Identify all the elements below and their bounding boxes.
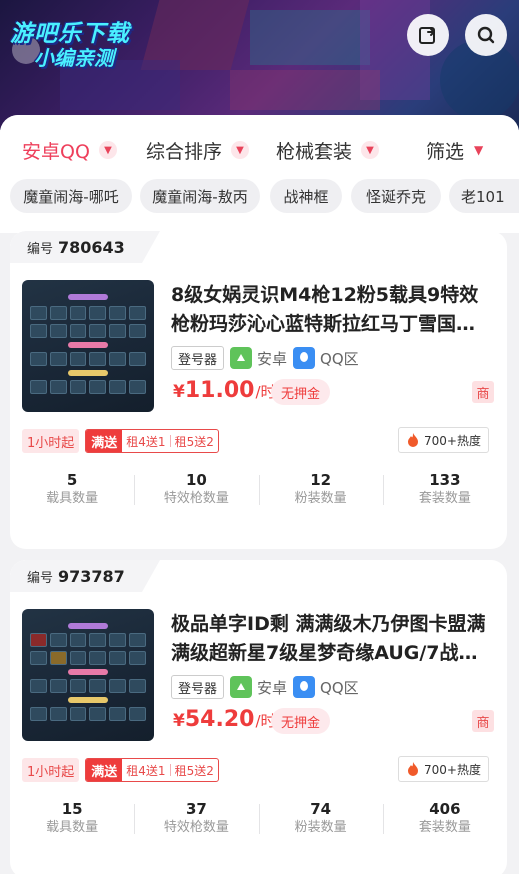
- filter-sort[interactable]: 综合排序 ▼: [146, 135, 250, 165]
- min-rent-badge: 1小时起: [22, 758, 80, 782]
- account-meta: 登号器 安卓 QQ区: [171, 675, 359, 699]
- header-banner: 游吧乐下载 小编亲测: [0, 0, 519, 130]
- chevron-down-icon: ▼: [98, 141, 117, 159]
- merchant-badge: 商: [472, 710, 494, 732]
- search-icon: [477, 26, 495, 44]
- stat-effect-guns: 10 特效枪数量: [134, 471, 258, 511]
- account-card[interactable]: 编号 973787 极品单字ID剩 满满级木乃伊图卡盟满满级超新星7级星梦奇缘A…: [10, 560, 507, 874]
- account-thumbnail: [22, 609, 154, 741]
- stats-row: 5 载具数量 10 特效枪数量 12 粉装数量 133 套装数量: [10, 471, 507, 511]
- tag-list: 魔童闹海-哪吒 魔童闹海-敖丙 战神框 怪诞乔克 老101: [10, 179, 519, 213]
- promo-row: 1小时起 满送 租4送1 租5送2: [22, 758, 219, 782]
- region-label: QQ区: [320, 678, 359, 697]
- account-thumbnail: [22, 280, 154, 412]
- filter-label: 枪械套装: [276, 140, 353, 163]
- filter-label: 综合排序: [146, 140, 223, 163]
- platform-label: 安卓: [257, 678, 288, 697]
- account-title: 极品单字ID剩 满满级木乃伊图卡盟满满级超新星7级星梦奇缘AUG/7战神...: [171, 613, 486, 664]
- tag-chip[interactable]: 战神框: [270, 179, 342, 213]
- no-deposit-badge: 无押金: [271, 708, 331, 734]
- stat-effect-guns: 37 特效枪数量: [134, 800, 258, 840]
- site-logo: 游吧乐下载 小编亲测: [10, 14, 150, 74]
- filter-panel: 安卓QQ ▼ 综合排序 ▼ 枪械套装 ▼ 筛选 ▼ 魔童闹海-哪吒 魔童闹海-敖…: [0, 115, 519, 233]
- flame-icon: [408, 762, 418, 776]
- login-tool-badge: 登号器: [171, 346, 225, 370]
- stat-vehicles: 15 载具数量: [46, 800, 99, 835]
- share-icon: [419, 27, 435, 44]
- account-id: 编号 780643: [10, 231, 160, 263]
- account-meta: 登号器 安卓 QQ区: [171, 346, 359, 370]
- chevron-down-icon: ▼: [361, 141, 380, 159]
- android-icon: [230, 676, 253, 698]
- platform-label: 安卓: [257, 349, 288, 368]
- login-tool-badge: 登号器: [171, 675, 225, 699]
- search-button[interactable]: [465, 14, 507, 56]
- filter-platform[interactable]: 安卓QQ ▼: [22, 135, 117, 165]
- qq-icon: [293, 347, 316, 369]
- account-title: 8级女娲灵识M4枪12粉5载具9特效枪粉玛莎沁心蓝特斯拉红马丁雪国幻...: [171, 284, 479, 335]
- logo-line2: 小编亲测: [34, 46, 114, 70]
- banner-art: [230, 70, 380, 110]
- id-label: 编号: [27, 570, 54, 586]
- filter-label: 安卓QQ: [22, 140, 90, 163]
- id-label: 编号: [27, 241, 54, 257]
- region-label: QQ区: [320, 349, 359, 368]
- promo-row: 1小时起 满送 租4送1 租5送2: [22, 429, 219, 453]
- gift-promo: 满送 租4送1 租5送2: [85, 429, 219, 453]
- banner-art: [250, 10, 370, 65]
- min-rent-badge: 1小时起: [22, 429, 80, 453]
- region-badge: QQ区: [293, 347, 359, 369]
- filter-category[interactable]: 枪械套装 ▼: [276, 135, 380, 165]
- gift-promo: 满送 租4送1 租5送2: [85, 758, 219, 782]
- share-button[interactable]: [407, 14, 449, 56]
- filter-screen[interactable]: 筛选 ▼: [426, 135, 483, 165]
- account-card[interactable]: 编号 780643 8级女娲灵识M4枪12粉5载具9特效枪粉玛莎沁心蓝特斯拉红马…: [10, 231, 507, 549]
- filter-bar: 安卓QQ ▼ 综合排序 ▼ 枪械套装 ▼ 筛选 ▼: [0, 135, 519, 165]
- tag-chip[interactable]: 魔童闹海-敖丙: [140, 179, 260, 213]
- heat-badge: 700+热度: [398, 756, 489, 782]
- filter-funnel-icon: ▼: [474, 143, 484, 157]
- id-value: 780643: [58, 237, 125, 257]
- region-badge: QQ区: [293, 676, 359, 698]
- stat-vehicles: 5 载具数量: [46, 471, 99, 506]
- filter-label: 筛选: [426, 140, 465, 163]
- stat-outfits: 133 套装数量: [382, 471, 507, 511]
- no-deposit-badge: 无押金: [271, 379, 331, 405]
- heat-badge: 700+热度: [398, 427, 489, 453]
- price-amount: 54.20: [184, 707, 255, 732]
- stat-pink-outfits: 12 粉装数量: [258, 471, 383, 511]
- merchant-badge: 商: [472, 381, 494, 403]
- tag-chip[interactable]: 魔童闹海-哪吒: [10, 179, 132, 213]
- rental-price: ¥ 54.20 /时: [173, 707, 276, 732]
- tag-chip[interactable]: 老101: [449, 179, 519, 213]
- tag-chip[interactable]: 怪诞乔克: [351, 179, 441, 213]
- android-icon: [230, 347, 253, 369]
- stats-row: 15 载具数量 37 特效枪数量 74 粉装数量 406 套装数量: [10, 800, 507, 840]
- platform-badge: 安卓: [230, 676, 287, 698]
- id-value: 973787: [58, 566, 125, 586]
- qq-icon: [293, 676, 316, 698]
- rental-price: ¥ 11.00 /时: [173, 378, 276, 403]
- price-amount: 11.00: [184, 378, 255, 403]
- flame-icon: [408, 433, 418, 447]
- stat-outfits: 406 套装数量: [382, 800, 507, 840]
- chevron-down-icon: ▼: [231, 141, 250, 159]
- platform-badge: 安卓: [230, 347, 287, 369]
- account-id: 编号 973787: [10, 560, 160, 592]
- stat-pink-outfits: 74 粉装数量: [258, 800, 383, 840]
